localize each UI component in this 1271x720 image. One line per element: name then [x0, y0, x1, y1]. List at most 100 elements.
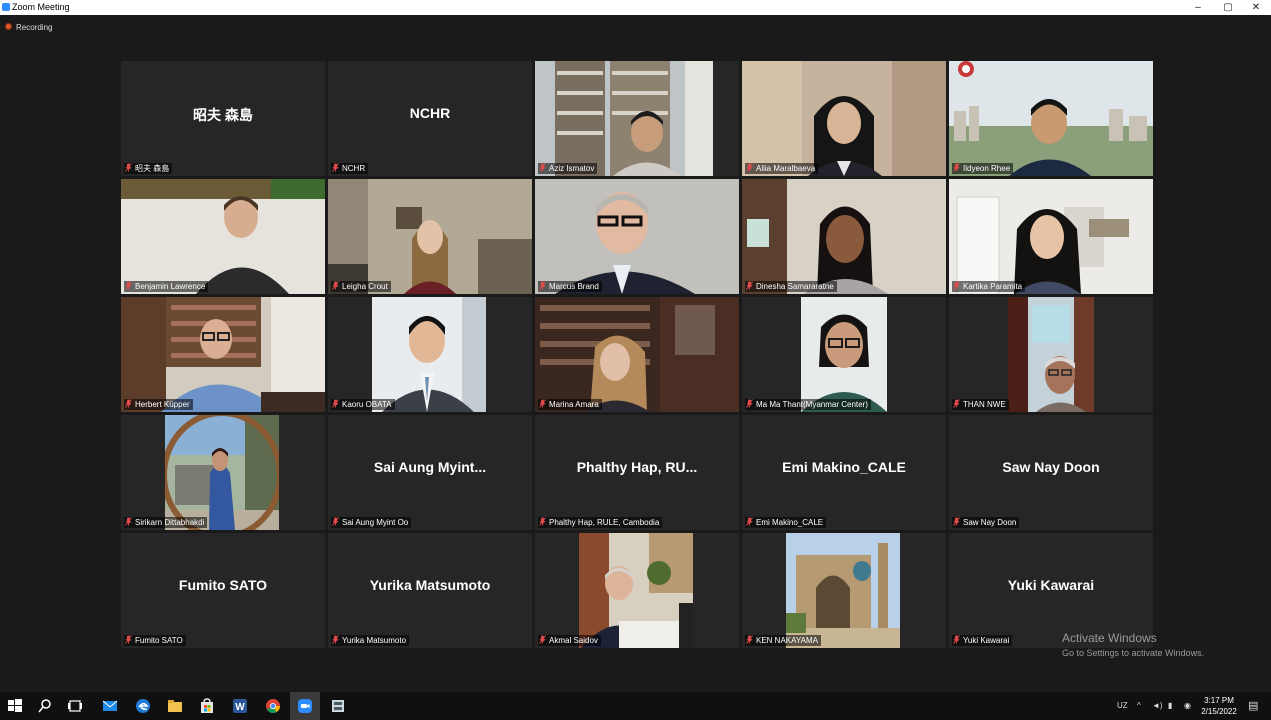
participant-video — [535, 179, 739, 294]
participant-name-label: Marcus Brand — [538, 281, 602, 292]
participant-tile[interactable]: Yurika Matsumoto Yurika Matsumoto — [328, 533, 532, 648]
participant-video — [949, 179, 1153, 294]
participant-tile-active-speaker[interactable]: Dinesha Samararatne — [742, 179, 946, 294]
participant-name-label: Saw Nay Doon — [952, 517, 1020, 528]
participant-video — [121, 297, 325, 412]
zoom-app-icon — [2, 3, 10, 11]
gallery-view: 昭夫 森島 昭夫 森島 NCHR NCHR Aziz Ismatov Aliia… — [121, 61, 1153, 648]
mic-muted-icon — [746, 635, 753, 644]
participant-name-label: Sai Aung Myint Oo — [331, 517, 412, 528]
mic-muted-icon — [539, 281, 546, 290]
participant-tile[interactable]: Akmal Saidov — [535, 533, 739, 648]
activate-windows-subtitle: Go to Settings to activate Windows. — [1062, 648, 1205, 658]
participant-tile[interactable]: Benjamin Lawrence — [121, 179, 325, 294]
participant-center-name: Yuki Kawarai — [1007, 577, 1095, 593]
clock-date: 2/15/2022 — [1201, 707, 1237, 716]
participant-video — [742, 61, 946, 176]
zoom-icon[interactable] — [290, 692, 320, 720]
search-icon[interactable] — [30, 692, 60, 720]
minimize-button[interactable]: ‒ — [1183, 0, 1213, 15]
participant-tile[interactable]: Saw Nay Doon Saw Nay Doon — [949, 415, 1153, 530]
recording-indicator[interactable]: Recording — [5, 22, 52, 34]
participant-name-label: Leigha Crout — [331, 281, 391, 292]
participant-tile[interactable]: 昭夫 森島 昭夫 森島 — [121, 61, 325, 176]
network-app-icon[interactable] — [323, 692, 353, 720]
participant-tile[interactable]: Kartika Paramita — [949, 179, 1153, 294]
participant-center-name: Emi Makino_CALE — [782, 459, 906, 475]
mic-muted-icon — [953, 517, 960, 526]
windows-start-icon[interactable] — [0, 692, 30, 720]
mic-muted-icon — [539, 399, 546, 408]
participant-video — [121, 179, 325, 294]
svg-text:W: W — [235, 702, 245, 713]
network-icon[interactable]: ▮ — [1168, 692, 1172, 720]
mic-muted-icon — [332, 281, 339, 290]
close-button[interactable]: ✕ — [1241, 0, 1271, 15]
participant-name-label: Dinesha Samararatne — [745, 281, 837, 292]
participant-center-name: Saw Nay Doon — [1002, 459, 1100, 475]
participant-video — [535, 61, 713, 176]
participant-name-label: Kaoru OBATA — [331, 399, 395, 410]
participant-center-name: Phalthy Hap, RU... — [576, 459, 698, 475]
participant-tile[interactable]: Phalthy Hap, RU... Phalthy Hap, RULE, Ca… — [535, 415, 739, 530]
participant-name-label: NCHR — [331, 163, 369, 174]
participant-name-label: Fumito SATO — [124, 635, 186, 646]
task-view-icon[interactable] — [60, 692, 90, 720]
volume-icon[interactable]: ◄) — [1152, 692, 1163, 720]
participant-tile[interactable]: Ma Ma Thant(Myanmar Center) — [742, 297, 946, 412]
edge-icon[interactable] — [128, 692, 158, 720]
mic-muted-icon — [953, 163, 960, 172]
participant-video — [801, 297, 887, 412]
mic-muted-icon — [332, 517, 339, 526]
window-title-bar: Zoom Meeting ‒ ▢ ✕ — [0, 0, 1271, 15]
participant-tile[interactable]: Herbert Küpper — [121, 297, 325, 412]
participant-tile[interactable]: KEN NAKAYAMA — [742, 533, 946, 648]
mic-muted-icon — [332, 399, 339, 408]
word-icon[interactable]: W — [225, 692, 255, 720]
participant-tile[interactable]: Marina Amara — [535, 297, 739, 412]
participant-tile[interactable]: Sai Aung Myint... Sai Aung Myint Oo — [328, 415, 532, 530]
participant-video — [1008, 297, 1094, 412]
participant-name-label: Kartika Paramita — [952, 281, 1026, 292]
participant-center-name: NCHR — [409, 105, 451, 121]
mic-muted-icon — [125, 635, 132, 644]
mic-muted-icon — [746, 399, 753, 408]
participant-video — [372, 297, 486, 412]
participant-tile[interactable]: THAN NWE — [949, 297, 1153, 412]
participant-name-label: Ma Ma Thant(Myanmar Center) — [745, 399, 871, 410]
participant-tile[interactable]: Marcus Brand — [535, 179, 739, 294]
participant-video — [579, 533, 693, 648]
system-clock[interactable]: 3:17 PM 2/15/2022 — [1198, 695, 1240, 717]
input-language-indicator[interactable]: UZ — [1117, 692, 1128, 720]
window-title: Zoom Meeting — [12, 2, 70, 12]
maximize-button[interactable]: ▢ — [1213, 0, 1243, 15]
show-hidden-icons-chevron-icon[interactable]: ^ — [1137, 692, 1141, 720]
mic-muted-icon — [332, 635, 339, 644]
app-tray-icon[interactable]: ◉ — [1184, 692, 1191, 720]
mail-icon[interactable] — [95, 692, 125, 720]
participant-tile[interactable]: Leigha Crout — [328, 179, 532, 294]
participant-tile[interactable]: Aliia Maralbaeva — [742, 61, 946, 176]
participant-tile[interactable]: NCHR NCHR — [328, 61, 532, 176]
windows-taskbar: W UZ ^ ◄) ▮ ◉ 3:17 PM 2/15/2022 ▤ — [0, 692, 1271, 720]
mic-muted-icon — [539, 635, 546, 644]
participant-tile[interactable]: Sirikarn Dittabhakdi — [121, 415, 325, 530]
mic-muted-icon — [125, 281, 132, 290]
participant-name-label: Yurika Matsumoto — [331, 635, 410, 646]
file-explorer-icon[interactable] — [160, 692, 190, 720]
store-icon[interactable] — [192, 692, 222, 720]
chrome-icon[interactable] — [258, 692, 288, 720]
participant-video — [949, 61, 1153, 176]
activate-windows-watermark: Activate Windows Go to Settings to activ… — [1062, 631, 1204, 658]
participant-tile[interactable]: Fumito SATO Fumito SATO — [121, 533, 325, 648]
participant-name-label: Phalthy Hap, RULE, Cambodia — [538, 517, 663, 528]
participant-name-label: 昭夫 森島 — [124, 163, 173, 174]
mic-muted-icon — [746, 163, 753, 172]
participant-tile[interactable]: Emi Makino_CALE Emi Makino_CALE — [742, 415, 946, 530]
participant-tile[interactable]: Kaoru OBATA — [328, 297, 532, 412]
notifications-icon[interactable]: ▤ — [1248, 692, 1258, 720]
mic-muted-icon — [953, 635, 960, 644]
participant-tile[interactable]: Ildyeon Rhee — [949, 61, 1153, 176]
mic-muted-icon — [746, 517, 753, 526]
participant-tile[interactable]: Aziz Ismatov — [535, 61, 739, 176]
